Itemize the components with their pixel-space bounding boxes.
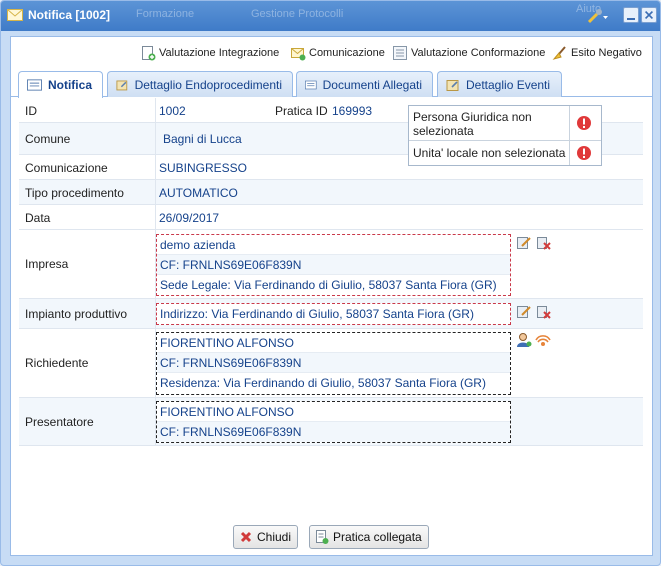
- esito-negativo-label: Esito Negativo: [571, 47, 642, 59]
- tab-dettaglio-eventi-label: Dettaglio Eventi: [466, 77, 551, 92]
- richiedente-line: CF: FRNLNS69E06F839N: [157, 353, 510, 373]
- tab-strip: Notifica Dettaglio Endoprocedimenti Docu…: [11, 69, 652, 98]
- impresa-line: demo azienda: [157, 235, 510, 255]
- id-label: ID: [25, 104, 37, 118]
- comunicazione-label: Comunicazione: [309, 47, 385, 59]
- row-richiedente: Richiedente FIORENTINO ALFONSO CF: FRNLN…: [19, 329, 643, 398]
- impianto-box: Indirizzo: Via Ferdinando di Giulio, 580…: [156, 303, 511, 325]
- tab-notifica[interactable]: Notifica: [18, 71, 103, 98]
- row-impresa: Impresa demo azienda CF: FRNLNS69E06F839…: [19, 230, 643, 299]
- folder-edit-icon: [116, 80, 128, 90]
- alert-text: Persona Giuridica non selezionata: [413, 110, 532, 138]
- delete-icon[interactable]: [535, 303, 551, 319]
- validation-alerts: Persona Giuridica non selezionata Unita'…: [408, 105, 602, 166]
- form-icon: [27, 79, 42, 91]
- tab-dettaglio-endoprocedimenti[interactable]: Dettaglio Endoprocedimenti: [107, 71, 293, 97]
- close-icon: [644, 10, 654, 20]
- tab-dettaglio-endoprocedimenti-label: Dettaglio Endoprocedimenti: [134, 77, 282, 92]
- alert-text: Unita' locale non selezionata: [413, 146, 566, 160]
- pratica-id-label: Pratica ID: [275, 104, 328, 118]
- valutazione-integrazione-button[interactable]: Valutazione Integrazione: [140, 44, 279, 62]
- impresa-line: CF: FRNLNS69E06F839N: [157, 255, 510, 275]
- impresa-line: Sede Legale: Via Ferdinando di Giulio, 5…: [160, 278, 497, 292]
- presentatore-box: FIORENTINO ALFONSO CF: FRNLNS69E06F839N: [156, 401, 511, 443]
- pratica-id-value[interactable]: 169993: [332, 104, 372, 118]
- ghost-menu-formazione: Formazione: [136, 8, 195, 20]
- valutazione-conformazione-label: Valutazione Conformazione: [411, 47, 546, 59]
- close-button[interactable]: [641, 7, 657, 23]
- mail-add-icon: [291, 48, 306, 61]
- error-icon: [577, 146, 591, 160]
- ghost-menu-protocolli: Gestione Protocolli: [251, 8, 344, 20]
- richiedente-box: FIORENTINO ALFONSO CF: FRNLNS69E06F839N …: [156, 332, 511, 395]
- window-title: Notifica [1002]: [28, 8, 111, 22]
- rss-icon[interactable]: [535, 332, 551, 348]
- presentatore-line: FIORENTINO ALFONSO: [157, 402, 510, 422]
- tab-notifica-label: Notifica: [47, 78, 92, 92]
- alert-row: Unita' locale non selezionata: [409, 141, 601, 165]
- document-add-icon: [142, 46, 156, 61]
- tipo-procedimento-value: AUTOMATICO: [159, 186, 238, 200]
- minimize-button[interactable]: [623, 7, 639, 23]
- valutazione-conformazione-button[interactable]: Valutazione Conformazione: [392, 44, 545, 62]
- impianto-line: Indirizzo: Via Ferdinando di Giulio, 580…: [160, 307, 474, 321]
- tools-icon[interactable]: [587, 8, 611, 24]
- comunicazione-label: Comunicazione: [25, 161, 108, 175]
- pratica-collegata-button[interactable]: Pratica collegata: [309, 525, 429, 549]
- richiedente-line: FIORENTINO ALFONSO: [157, 333, 510, 353]
- close-icon: [240, 531, 252, 543]
- pratica-collegata-label: Pratica collegata: [333, 530, 422, 544]
- tab-documenti-allegati[interactable]: Documenti Allegati: [296, 71, 433, 97]
- richiedente-line: Residenza: Via Ferdinando di Giulio, 580…: [160, 376, 486, 390]
- valutazione-integrazione-label: Valutazione Integrazione: [159, 47, 280, 59]
- chiudi-button[interactable]: Chiudi: [233, 525, 299, 549]
- richiedente-label: Richiedente: [25, 356, 89, 370]
- impresa-box: demo azienda CF: FRNLNS69E06F839N Sede L…: [156, 234, 511, 296]
- alert-row: Persona Giuridica non selezionata: [409, 106, 601, 141]
- impresa-label: Impresa: [25, 257, 69, 271]
- error-icon: [577, 116, 591, 130]
- data-value: 26/09/2017: [159, 211, 220, 225]
- notifica-panel: Valutazione Integrazione Comunicazione V…: [10, 36, 653, 556]
- edit-icon[interactable]: [516, 303, 532, 319]
- window-titlebar[interactable]: Notifica [1002] Formazione Gestione Prot…: [1, 1, 660, 31]
- row-impianto-produttivo: Impianto produttivo Indirizzo: Via Ferdi…: [19, 299, 643, 329]
- window-icon: [7, 9, 23, 21]
- tab-dettaglio-eventi[interactable]: Dettaglio Eventi: [437, 71, 562, 97]
- row-data: Data 26/09/2017: [19, 205, 643, 230]
- delete-icon[interactable]: [535, 234, 551, 250]
- user-icon[interactable]: [516, 332, 532, 348]
- tab-documenti-allegati-label: Documenti Allegati: [322, 77, 422, 92]
- presentatore-line: CF: FRNLNS69E06F839N: [157, 422, 510, 442]
- tipo-procedimento-label: Tipo procedimento: [25, 186, 124, 200]
- presentatore-label: Presentatore: [25, 415, 94, 429]
- edit-icon[interactable]: [516, 234, 532, 250]
- comunicazione-value: SUBINGRESSO: [159, 161, 248, 175]
- broom-icon: [552, 46, 566, 60]
- folder-edit-icon: [446, 79, 459, 91]
- document-link-icon: [316, 530, 329, 544]
- esito-negativo-button[interactable]: Esito Negativo: [552, 44, 642, 62]
- row-tipo-procedimento: Tipo procedimento AUTOMATICO: [19, 180, 643, 205]
- id-value: 1002: [159, 104, 186, 118]
- comune-label: Comune: [25, 132, 71, 146]
- actions-toolbar: Valutazione Integrazione Comunicazione V…: [11, 37, 652, 67]
- notifica-details: ID 1002 Pratica ID 169993 Comune Bagni d…: [11, 98, 652, 508]
- comune-value: Bagni di Lucca: [163, 132, 242, 146]
- impianto-produttivo-label: Impianto produttivo: [25, 307, 128, 321]
- checklist-icon: [393, 46, 407, 60]
- chiudi-label: Chiudi: [257, 530, 292, 544]
- data-label: Data: [25, 211, 51, 225]
- comunicazione-button[interactable]: Comunicazione: [290, 44, 385, 62]
- form-icon: [305, 80, 317, 89]
- row-presentatore: Presentatore FIORENTINO ALFONSO CF: FRNL…: [19, 398, 643, 446]
- notifica-window: Notifica [1002] Formazione Gestione Prot…: [0, 0, 661, 566]
